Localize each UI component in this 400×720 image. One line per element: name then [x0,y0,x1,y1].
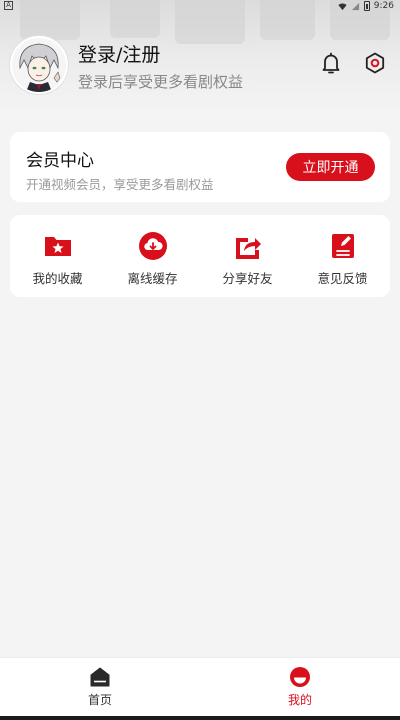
home-icon [89,666,111,688]
login-subtitle: 登录后享受更多看剧权益 [78,73,244,91]
cloud-download-icon [138,231,168,261]
wifi-icon [338,3,347,10]
folder-star-icon [43,231,73,261]
favorites-item[interactable]: 我的收藏 [10,215,105,297]
share-friends-item[interactable]: 分享好友 [200,215,295,297]
tab-home-label: 首页 [87,693,112,707]
battery-icon [363,1,370,11]
feedback-label: 意见反馈 [317,271,368,286]
function-grid: 我的收藏 离线缓存 分享好友 意见反馈 [10,215,390,297]
favorites-label: 我的收藏 [32,271,83,286]
status-bar: A 9:26 [0,0,400,12]
tab-mine[interactable]: 我的 [200,658,400,720]
vip-subtitle: 开通视频会员，享受更多看剧权益 [26,177,214,192]
vip-center-card[interactable]: 会员中心 开通视频会员，享受更多看剧权益 立即开通 [10,132,390,202]
share-icon [233,231,263,261]
signal-icon [351,2,359,10]
profile-icon [289,666,311,688]
tab-home[interactable]: 首页 [0,658,200,720]
system-navigation-bar [0,716,400,720]
vip-title: 会员中心 [26,151,94,171]
feedback-item[interactable]: 意见反馈 [295,215,390,297]
open-vip-button[interactable]: 立即开通 [286,153,375,181]
feedback-edit-icon [328,231,358,261]
avatar[interactable] [10,36,68,94]
status-bar-right: 9:26 [338,0,394,12]
bell-icon [322,52,340,74]
gear-icon [365,52,385,74]
tab-mine-label: 我的 [287,693,312,707]
offline-cache-item[interactable]: 离线缓存 [105,215,200,297]
notification-button[interactable] [318,50,344,76]
clock-time: 9:26 [373,1,394,11]
profile-header: 登录/注册 登录后享受更多看剧权益 [10,36,390,98]
bottom-tab-bar: 首页 我的 [0,657,400,720]
settings-button[interactable] [362,50,388,76]
offline-cache-label: 离线缓存 [127,271,178,286]
anime-character-avatar-icon [12,38,66,92]
share-friends-label: 分享好友 [222,271,273,286]
login-register-title[interactable]: 登录/注册 [78,40,160,67]
notification-icon: A [4,1,13,10]
